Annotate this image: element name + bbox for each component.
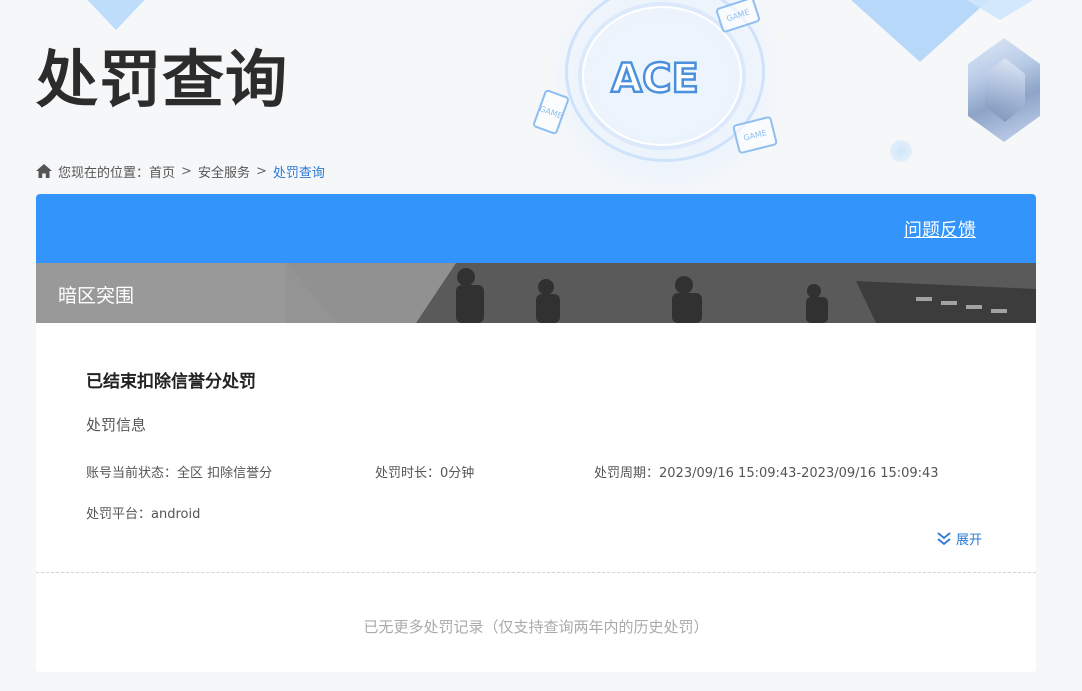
no-more-records: 已无更多处罚记录（仅支持查询两年内的历史处罚） [363, 618, 709, 636]
divider [36, 572, 1036, 573]
banner-art [36, 263, 1036, 323]
expand-label: 展开 [956, 533, 983, 548]
game-name: 暗区突围 [58, 285, 135, 307]
penalty-duration: 处罚时长：0分钟 [375, 466, 475, 481]
decor-triangle-right [840, 0, 1000, 62]
decor-triangle-right-small [950, 0, 1050, 20]
account-status: 账号当前状态：全区 扣除信誉分 [86, 466, 273, 481]
breadcrumb-separator: > [255, 163, 267, 179]
avatar-badge-art [985, 58, 1025, 122]
breadcrumb-prefix: 您现在的位置： [58, 165, 150, 181]
avatar-badge [968, 38, 1040, 142]
feedback-link[interactable]: 问题反馈 [904, 216, 976, 242]
breadcrumb-home[interactable]: 首页 [149, 162, 175, 181]
breadcrumb: 您现在的位置： 首页 > 安全服务 > 处罚查询 [36, 161, 325, 181]
decor-orb [890, 140, 912, 162]
penalty-card: 问题反馈 暗区突围 已结束扣除信誉分处罚 处罚信息 账号当前状态：全区 扣除信誉… [36, 194, 1036, 672]
decor-triangle-left [78, 0, 154, 30]
breadcrumb-security-service[interactable]: 安全服务 [198, 162, 250, 181]
ace-logo-text: ACE [611, 56, 699, 100]
page-title: 处罚查询 [36, 43, 289, 116]
page: GAME GAME GAME ACE 处罚查询 您现在的位置： 首页 > 安全服… [0, 0, 1082, 691]
tablet-icon: GAME [714, 0, 762, 34]
expand-button[interactable]: 展开 [936, 529, 982, 548]
breadcrumb-separator: > [181, 163, 192, 179]
home-icon [36, 164, 52, 178]
device-label: GAME [742, 127, 768, 143]
double-chevron-down-icon [937, 531, 951, 545]
ace-logo: ACE [603, 52, 707, 104]
decor-ring-middle [582, 6, 742, 146]
card-header: 问题反馈 [36, 194, 1036, 263]
device-label: GAME [538, 103, 564, 121]
device-label: GAME [725, 7, 751, 23]
phone-icon: GAME [531, 88, 571, 136]
decor-ring-inner [595, 18, 730, 138]
record-subtitle: 处罚信息 [86, 416, 147, 434]
breadcrumb-current: 处罚查询 [272, 165, 325, 181]
monitor-icon: GAME [731, 115, 779, 155]
decor-glow [547, 0, 787, 200]
decor-ring-outer [565, 0, 765, 162]
record-title: 已结束扣除信誉分处罚 [86, 372, 256, 392]
penalty-platform: 处罚平台：android [86, 507, 201, 522]
game-banner: 暗区突围 [36, 263, 1036, 323]
penalty-period: 处罚周期：2023/09/16 15:09:43-2023/09/16 15:0… [594, 466, 939, 481]
